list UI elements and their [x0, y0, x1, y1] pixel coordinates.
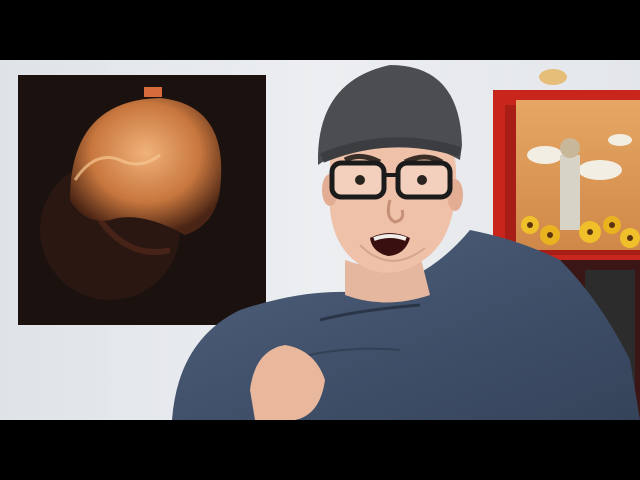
- album-cover-with-sunflowers: [516, 100, 640, 250]
- video-frame: [0, 0, 640, 480]
- photo-scene: [0, 60, 640, 420]
- scene-illustration: [0, 60, 640, 420]
- hanging-clip: [144, 87, 162, 97]
- left-wall-poster: [18, 75, 266, 325]
